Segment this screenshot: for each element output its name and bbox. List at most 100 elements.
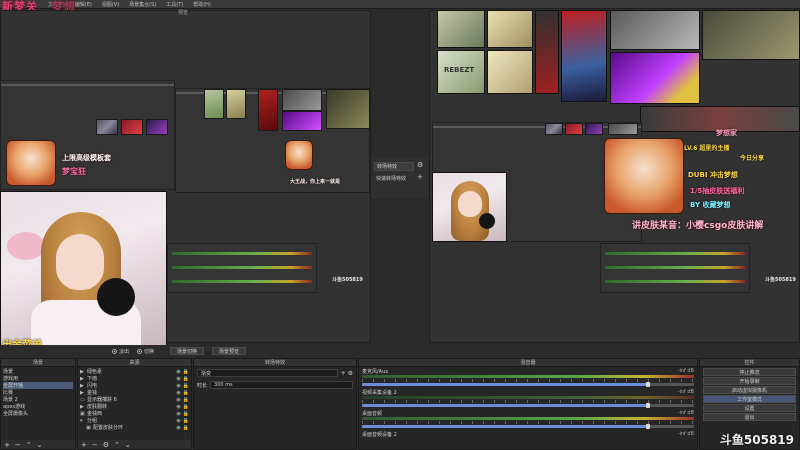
radio-cut[interactable]: 切换 <box>137 348 154 355</box>
source-item[interactable]: ▣ 金钱西 ◉ 🔒 <box>80 410 189 418</box>
lock-icon[interactable]: 🔒 <box>183 397 189 403</box>
transition-button[interactable]: 转场特效 <box>374 162 414 171</box>
gear-icon[interactable]: ⚙ <box>417 161 423 169</box>
chevron-up-icon[interactable]: ⌃ <box>26 441 32 449</box>
eye-icon[interactable]: ◉ <box>176 418 180 424</box>
virtual-camera-button[interactable]: 启动虚拟摄像机 <box>703 386 796 394</box>
eye-icon[interactable]: ◉ <box>176 390 180 396</box>
source-item-label: 绿色素 <box>87 369 103 375</box>
scene-switch-button[interactable]: 场景切换 <box>170 347 205 355</box>
chevron-down-icon[interactable]: ⌄ <box>37 441 43 449</box>
stop-streaming-button[interactable]: 停止推流 <box>703 368 796 376</box>
duration-input[interactable]: 300 ms <box>210 381 353 389</box>
eye-icon[interactable]: ◉ <box>176 411 180 417</box>
scene-item-selected[interactable]: 全屏开播 <box>3 382 73 389</box>
source-item[interactable]: ▶ 绿色素 ◉ 🔒 <box>80 368 189 376</box>
lock-icon[interactable]: 🔒 <box>183 404 189 410</box>
scene-item[interactable]: apex游戏 <box>3 403 73 410</box>
lock-icon[interactable]: 🔒 <box>183 376 189 382</box>
transition-type-select[interactable]: 渐变 <box>197 369 338 377</box>
remove-icon[interactable]: − <box>92 441 98 449</box>
menu-item-help[interactable]: 帮助(H) <box>193 1 211 8</box>
eye-icon[interactable]: ◉ <box>176 397 180 403</box>
mixer-dock: 混音器 麦克风/Aux -inf dB 视频采集设备 2 -inf dB 桌面音… <box>358 358 698 450</box>
lock-icon[interactable]: 🔒 <box>183 418 189 424</box>
volume-slider[interactable] <box>362 403 694 408</box>
scene-item-label: 全屏开播 <box>3 383 24 389</box>
source-item-label: 金钱 <box>87 390 98 396</box>
scene-item[interactable]: 游戏用 <box>3 375 73 382</box>
source-item-label: 分组 <box>87 418 98 424</box>
eye-icon[interactable]: ◉ <box>176 425 180 431</box>
lock-icon[interactable]: 🔒 <box>183 425 189 431</box>
weapon-tile <box>487 10 533 48</box>
eye-icon[interactable]: ◉ <box>176 376 180 382</box>
scene-item[interactable]: 场景 2 <box>3 396 73 403</box>
right-text-6: 讲皮肤某音：小樱csgo皮肤讲解 <box>632 221 764 231</box>
source-item[interactable]: ▶ 金钱 ◉ 🔒 <box>80 389 189 397</box>
channel-db: -inf dB <box>677 410 694 416</box>
remove-icon[interactable]: − <box>15 441 21 449</box>
knife-tile <box>535 10 559 94</box>
preview-label: 预览 <box>178 10 189 16</box>
source-item[interactable]: ▶ 皮肤翻转 ◉ 🔒 <box>80 403 189 411</box>
anime-sticker <box>6 140 56 186</box>
add-icon[interactable]: + <box>341 370 346 377</box>
eye-icon[interactable]: ◉ <box>176 369 180 375</box>
program-watermark: 斗鱼505819 <box>765 277 796 283</box>
scene-item-label: 场景 2 <box>3 397 18 403</box>
chevron-down-icon[interactable]: ⌄ <box>125 441 131 449</box>
source-item[interactable]: ▶ 下雨 ◉ 🔒 <box>80 375 189 383</box>
gear-icon[interactable]: ⚙ <box>348 370 353 377</box>
menu-item-tools[interactable]: 工具(T) <box>166 1 183 8</box>
radio-dot <box>137 348 143 354</box>
chevron-up-icon[interactable]: ⌃ <box>114 441 120 449</box>
right-text-2: 今日分享 <box>740 155 765 162</box>
menu-item-scene-collection[interactable]: 场景集合(S) <box>129 1 156 8</box>
lock-icon[interactable]: 🔒 <box>183 383 189 389</box>
right-text-3: DUBI 冲击梦想 <box>688 171 738 179</box>
plus-icon[interactable]: + <box>417 173 423 181</box>
volume-slider[interactable] <box>362 424 694 429</box>
radio-fade-label: 淡出 <box>119 348 130 355</box>
radio-fade[interactable]: 淡出 <box>112 348 129 355</box>
menu-item-view[interactable]: 视图(V) <box>102 1 119 8</box>
settings-button[interactable]: 设置 <box>703 404 796 412</box>
overlay-text-pink-1: 上限高级模板套 <box>62 154 111 162</box>
duration-row: 时长 300 ms <box>194 379 356 391</box>
exit-button[interactable]: 退出 <box>703 413 796 421</box>
weapon-tile <box>702 10 800 60</box>
scene-preview-button[interactable]: 场景预览 <box>212 347 247 355</box>
source-item[interactable]: ▾ 分组 ◉ 🔒 <box>80 417 189 425</box>
eye-icon[interactable]: ◉ <box>176 404 180 410</box>
studio-area: 预览 上限高级模板套 梦宝狂 大王战，你上来一就是 出金菜单 斗鱼505819 <box>0 10 800 351</box>
scene-item[interactable]: 场景 <box>3 368 73 375</box>
lock-icon[interactable]: 🔒 <box>183 390 189 396</box>
source-item-label: 皮肤翻转 <box>87 404 108 410</box>
scenes-list: 场景 游戏用 全屏开播 比赛 场景 2 apex游戏 全屏摄像头 <box>1 367 75 418</box>
source-item[interactable]: ▭ 显示器捕获 6 ◉ 🔒 <box>80 396 189 404</box>
eye-icon[interactable]: ◉ <box>176 383 180 389</box>
scene-item-label: 场景 <box>3 369 14 375</box>
lock-icon[interactable]: 🔒 <box>183 369 189 375</box>
studio-mode-bar: 淡出 切换 场景切换 场景预览 <box>0 345 800 357</box>
source-item-label: 闪电 <box>87 383 98 389</box>
scene-item-label: 比赛 <box>3 390 14 396</box>
scene-item[interactable]: 比赛 <box>3 389 73 396</box>
studio-mode-button[interactable]: 工作室模式 <box>703 395 796 403</box>
weapon-text: REBEZT <box>444 66 475 74</box>
volume-slider[interactable] <box>362 382 694 387</box>
add-icon[interactable]: + <box>4 441 10 449</box>
gear-icon[interactable]: ⚙ <box>103 441 109 449</box>
quick-transition-button[interactable]: 快速转场特效 <box>374 174 414 183</box>
source-item[interactable]: ▶ 闪电 ◉ 🔒 <box>80 382 189 390</box>
add-icon[interactable]: + <box>81 441 87 449</box>
mixer-channel: 麦克风/Aux -inf dB <box>362 368 694 388</box>
lock-icon[interactable]: 🔒 <box>183 411 189 417</box>
scene-item[interactable]: 全屏摄像头 <box>3 410 73 417</box>
source-item-label: 金钱西 <box>87 411 103 417</box>
start-recording-button[interactable]: 开始录制 <box>703 377 796 385</box>
channel-db: -inf dB <box>677 389 694 395</box>
menu-item-edit[interactable]: 编辑(E) <box>75 1 92 8</box>
source-item[interactable]: ▣ 配置皮肤分环 ◉ 🔒 <box>80 424 189 432</box>
